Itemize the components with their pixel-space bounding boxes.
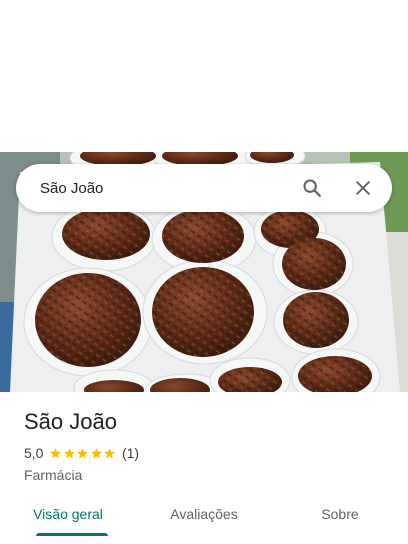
map-blank-area bbox=[0, 0, 408, 152]
search-input[interactable]: São João bbox=[40, 180, 292, 197]
place-category[interactable]: Farmácia bbox=[24, 466, 394, 484]
tab-about[interactable]: Sobre bbox=[272, 494, 408, 544]
search-icon bbox=[303, 179, 321, 197]
tab-reviews[interactable]: Avaliações bbox=[136, 494, 272, 544]
star-icon bbox=[77, 447, 89, 458]
tab-label: Avaliações bbox=[170, 506, 238, 522]
star-icon bbox=[104, 447, 116, 458]
tab-label: Sobre bbox=[321, 506, 359, 522]
rating-row[interactable]: 5,0 (1) bbox=[24, 444, 394, 462]
clear-search-button[interactable] bbox=[343, 168, 383, 208]
place-info: São João 5,0 (1) Farmácia bbox=[24, 408, 394, 484]
active-tab-indicator bbox=[36, 533, 108, 536]
rating-stars bbox=[49, 447, 117, 460]
star-icon bbox=[50, 447, 62, 458]
tab-label: Visão geral bbox=[33, 506, 103, 522]
rating-value: 5,0 bbox=[24, 445, 44, 461]
tab-overview[interactable]: Visão geral bbox=[0, 494, 136, 544]
star-icon bbox=[64, 447, 75, 458]
place-tabs: Visão geral Avaliações Sobre bbox=[0, 494, 408, 544]
rating-count[interactable]: (1) bbox=[122, 445, 139, 461]
place-title: São João bbox=[24, 409, 117, 434]
search-button[interactable] bbox=[292, 168, 332, 208]
star-icon bbox=[91, 447, 102, 458]
search-box[interactable]: São João bbox=[16, 164, 392, 212]
close-icon bbox=[356, 181, 370, 195]
